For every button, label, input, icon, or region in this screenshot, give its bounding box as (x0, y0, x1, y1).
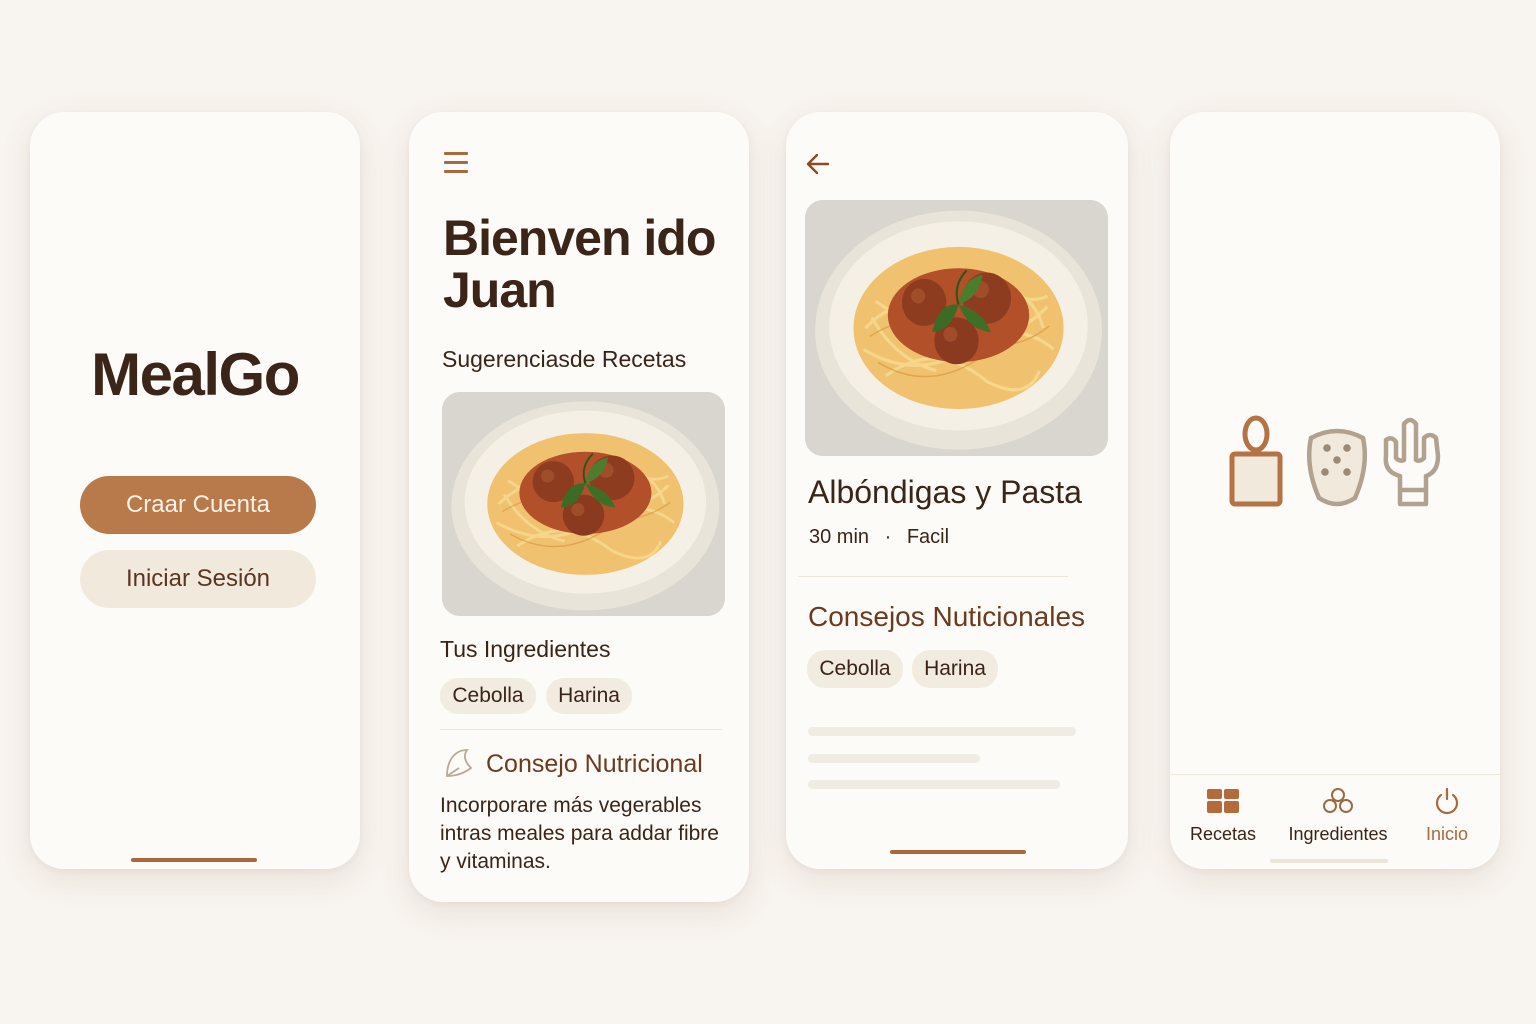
home-indicator (131, 858, 257, 862)
tab-ingredientes[interactable]: Ingredientes (1280, 787, 1396, 845)
tab-recetas[interactable]: Recetas (1181, 787, 1265, 845)
recipe-image[interactable] (442, 392, 725, 616)
recipe-detail-screen: Albóndigas y Pasta 30 min · Facil Consej… (786, 112, 1128, 869)
home-indicator (890, 850, 1026, 854)
recipe-name: Albóndigas y Pasta (808, 474, 1082, 510)
nutrition-tips-title: Consejos Nuticionales (808, 601, 1086, 632)
placeholder-line (808, 754, 980, 763)
home-screen: Bienven ido Juan Sugerenciasde Recetas T… (409, 112, 749, 902)
cook-time: 30 min (809, 526, 870, 548)
tab-inicio[interactable]: Inicio (1412, 787, 1482, 845)
nutrition-tip-text: Incorporare más vegerables intras meales… (440, 794, 719, 873)
tab-label: Ingredientes (1288, 824, 1388, 844)
tag-chip[interactable]: Cebolla (807, 650, 903, 688)
kitchen-tools-screen: Recetas Ingredientes Inicio (1170, 112, 1500, 869)
back-arrow-icon[interactable] (804, 150, 832, 178)
leaf-icon (446, 749, 473, 777)
greeting-line: Bienven ido (443, 210, 716, 266)
create-account-button[interactable]: Craar Cuenta (80, 476, 316, 534)
pasta-dish-image (805, 200, 1108, 456)
ingredients-icon (1323, 788, 1353, 813)
onboarding-screen: MealGo Craar Cuenta Iniciar Sesión (30, 112, 360, 869)
sign-in-button[interactable]: Iniciar Sesión (80, 550, 316, 608)
grater-icon (1307, 428, 1367, 507)
welcome-heading: Bienven ido Juan (443, 210, 716, 318)
meta-separator: · (884, 526, 892, 548)
kitchen-illustration (1224, 412, 1454, 512)
ingredients-title: Tus Ingredientes (440, 636, 611, 662)
recipe-meta: 30 min · Facil (809, 526, 949, 549)
home-indicator (1270, 859, 1388, 863)
cutting-board-icon (1229, 415, 1283, 507)
placeholder-line (808, 727, 1076, 736)
ingredient-chip[interactable]: Cebolla (440, 678, 536, 714)
divider (798, 576, 1068, 577)
user-name: Juan (443, 262, 557, 318)
bottom-tab-bar: Recetas Ingredientes Inicio (1170, 774, 1500, 869)
grid-icon (1207, 789, 1239, 813)
difficulty: Facil (906, 526, 950, 548)
tab-label: Inicio (1425, 824, 1469, 844)
app-logo: MealGo (91, 341, 300, 408)
divider (440, 729, 722, 730)
pasta-dish-image (442, 392, 725, 616)
tab-label: Recetas (1189, 824, 1257, 844)
hamburger-menu-icon[interactable] (444, 152, 470, 176)
tag-chip[interactable]: Harina (912, 650, 998, 688)
whisk-icon (1383, 417, 1441, 507)
suggestions-title: Sugerenciasde Recetas (442, 346, 687, 372)
nutrition-tip-title: Consejo Nutricional (486, 750, 703, 778)
placeholder-line (808, 780, 1060, 789)
ingredient-chip[interactable]: Harina (546, 678, 632, 714)
recipe-hero-image (805, 200, 1108, 456)
power-icon (1435, 787, 1459, 815)
